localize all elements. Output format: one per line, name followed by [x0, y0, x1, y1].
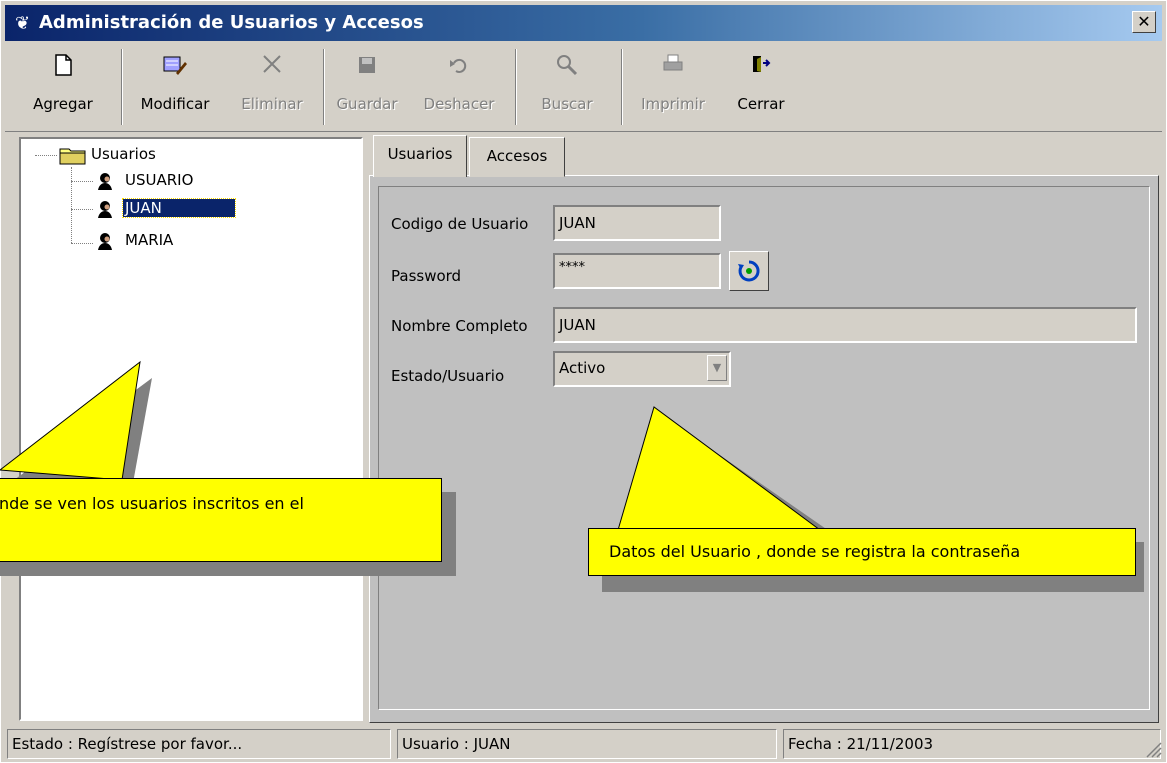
right-callout-pointer: [617, 406, 822, 531]
callout-pointers: [0, 360, 842, 540]
right-callout-text: Datos del Usuario , donde se registra la…: [609, 542, 1021, 561]
left-callout-text: nde se ven los usuarios inscritos en el: [0, 494, 304, 513]
left-callout-pointer: [0, 360, 141, 481]
right-callout: Datos del Usuario , donde se registra la…: [588, 528, 1136, 576]
left-callout: nde se ven los usuarios inscritos en el: [0, 478, 442, 562]
